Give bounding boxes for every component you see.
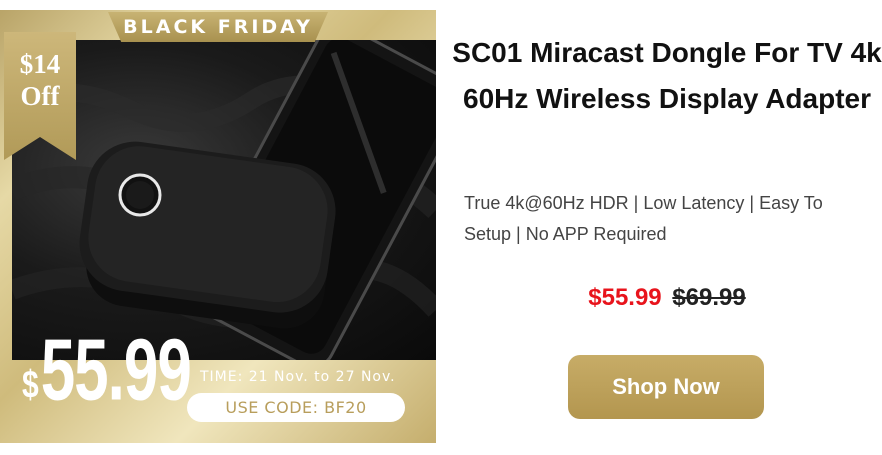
image-price-value: 55.99 — [40, 322, 192, 420]
product-image[interactable]: BLACK FRIDAY $14 Off $ 55.99 TIME: 21 No… — [0, 10, 436, 443]
product-card: BLACK FRIDAY $14 Off $ 55.99 TIME: 21 No… — [0, 0, 882, 455]
original-price: $69.99 — [672, 284, 746, 311]
discount-off-label: Off — [20, 81, 60, 111]
promo-code-label: USE CODE: BF20 — [225, 398, 367, 417]
black-friday-label: BLACK FRIDAY — [123, 16, 313, 38]
discount-amount: $14 — [19, 49, 61, 79]
price-row: $55.99 $69.99 — [452, 284, 882, 312]
product-title[interactable]: SC01 Miracast Dongle For TV 4k 60Hz Wire… — [452, 30, 882, 122]
image-price-badge: $ 55.99 — [22, 328, 192, 415]
product-subtitle: True 4k@60Hz HDR | Low Latency | Easy To… — [464, 193, 823, 244]
image-price-currency: $ — [22, 363, 39, 407]
sale-price: $55.99 — [588, 284, 662, 311]
promo-time: TIME: 21 Nov. to 27 Nov. — [200, 369, 396, 385]
promo-code-pill: USE CODE: BF20 — [187, 393, 405, 422]
shop-now-button[interactable]: Shop Now — [568, 355, 764, 419]
black-friday-banner: BLACK FRIDAY — [108, 12, 328, 42]
